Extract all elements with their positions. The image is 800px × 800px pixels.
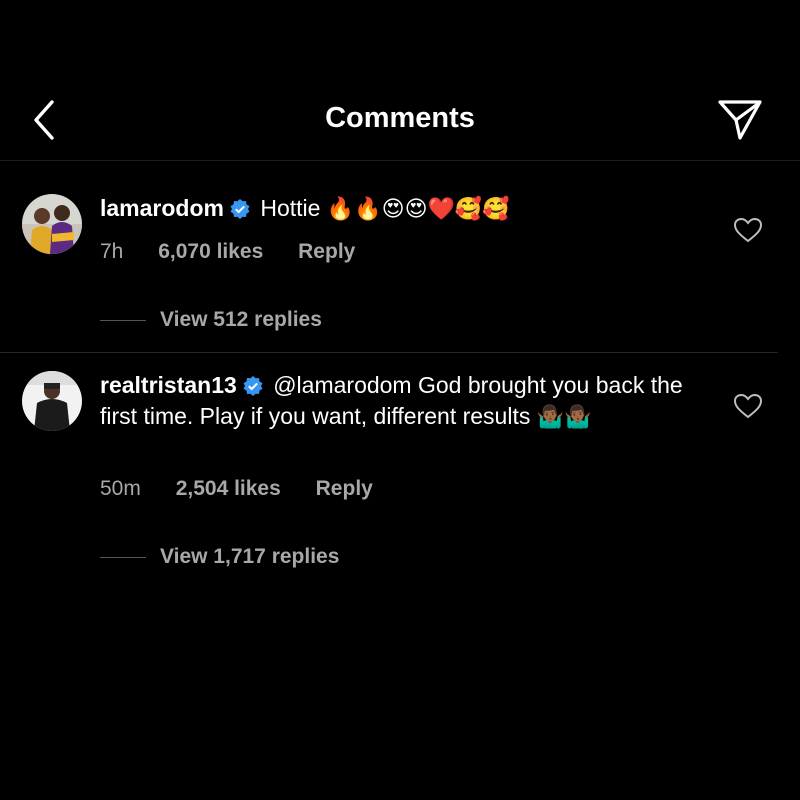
- reply-button[interactable]: Reply: [298, 240, 355, 263]
- view-replies-label: View 512 replies: [160, 308, 322, 331]
- likes-count[interactable]: 2,504 likes: [176, 477, 281, 500]
- replies-line: [100, 319, 146, 321]
- likes-count[interactable]: 6,070 likes: [158, 240, 263, 263]
- divider: [0, 352, 778, 353]
- comment-time: 50m: [100, 477, 141, 500]
- verified-badge-icon: [243, 376, 263, 396]
- paper-plane-icon: [718, 100, 762, 140]
- avatar[interactable]: [22, 371, 82, 431]
- comment-body: lamarodom Hottie 🔥🔥😍😍❤️🥰🥰: [100, 193, 710, 225]
- like-button[interactable]: [733, 216, 763, 244]
- comment-emojis: 🔥🔥😍😍❤️🥰🥰: [326, 197, 510, 222]
- view-replies-button[interactable]: View 1,717 replies: [100, 545, 339, 569]
- page-title: Comments: [325, 102, 475, 134]
- comment-emojis: 🤷🏾‍♂️🤷🏾‍♂️: [536, 405, 592, 430]
- header: Comments: [0, 80, 800, 161]
- username[interactable]: lamarodom: [100, 195, 224, 221]
- replies-line: [100, 556, 146, 558]
- comment-text: Hottie: [260, 195, 321, 221]
- like-button[interactable]: [733, 392, 763, 420]
- heart-icon: [733, 217, 763, 243]
- avatar-image: [22, 371, 82, 431]
- comment-body: realtristan13 @lamarodom God brought you…: [100, 370, 710, 433]
- avatar-image: [22, 194, 82, 254]
- share-button[interactable]: [716, 96, 764, 144]
- mention-link[interactable]: @lamarodom: [273, 372, 411, 398]
- view-replies-label: View 1,717 replies: [160, 545, 340, 568]
- view-replies-button[interactable]: View 512 replies: [100, 308, 322, 332]
- verified-badge-icon: [230, 199, 250, 219]
- comment-meta: 50m 2,504 likes Reply: [100, 477, 402, 501]
- comment-meta: 7h 6,070 likes Reply: [100, 240, 384, 264]
- username[interactable]: realtristan13: [100, 372, 237, 398]
- heart-icon: [733, 393, 763, 419]
- avatar[interactable]: [22, 194, 82, 254]
- comment-time: 7h: [100, 240, 124, 263]
- reply-button[interactable]: Reply: [316, 477, 373, 500]
